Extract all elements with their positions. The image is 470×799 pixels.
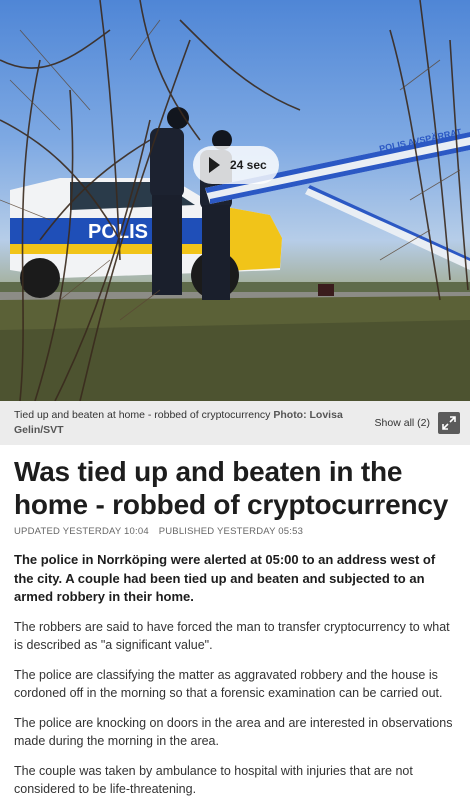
play-icon	[209, 157, 220, 173]
article-paragraph: The robbers are said to have forced the …	[14, 619, 450, 653]
show-all-label: Show all (2)	[374, 417, 430, 429]
article-paragraph: The police are classifying the matter as…	[14, 667, 443, 701]
article-lede: The police in Norrköping were alerted at…	[14, 552, 436, 604]
caption-text: Tied up and beaten at home - robbed of c…	[14, 409, 271, 421]
article-body: Was tied up and beaten in the home - rob…	[14, 455, 454, 799]
police-scene-image: POLIS POLIS AVSPÄRRAT	[0, 0, 470, 401]
play-video-button[interactable]: 24 sec	[193, 146, 279, 184]
article-headline: Was tied up and beaten in the home - rob…	[14, 456, 449, 520]
article-meta: UPDATED YESTERDAY 10:04 PUBLISHED YESTER…	[14, 526, 454, 537]
video-duration: 24 sec	[230, 158, 267, 172]
article-paragraph: The police are knocking on doors in the …	[14, 715, 453, 749]
expand-icon	[438, 412, 460, 434]
published-timestamp: PUBLISHED YESTERDAY 05:53	[158, 526, 304, 537]
hero-video-thumbnail[interactable]: POLIS POLIS AVSPÄRRAT 24 sec	[0, 0, 470, 401]
image-caption: Tied up and beaten at home - robbed of c…	[14, 408, 354, 438]
updated-timestamp: UPDATED YESTERDAY 10:04	[14, 526, 149, 537]
show-all-images-button[interactable]: Show all (2)	[375, 412, 460, 434]
image-caption-bar: Tied up and beaten at home - robbed of c…	[0, 401, 470, 445]
